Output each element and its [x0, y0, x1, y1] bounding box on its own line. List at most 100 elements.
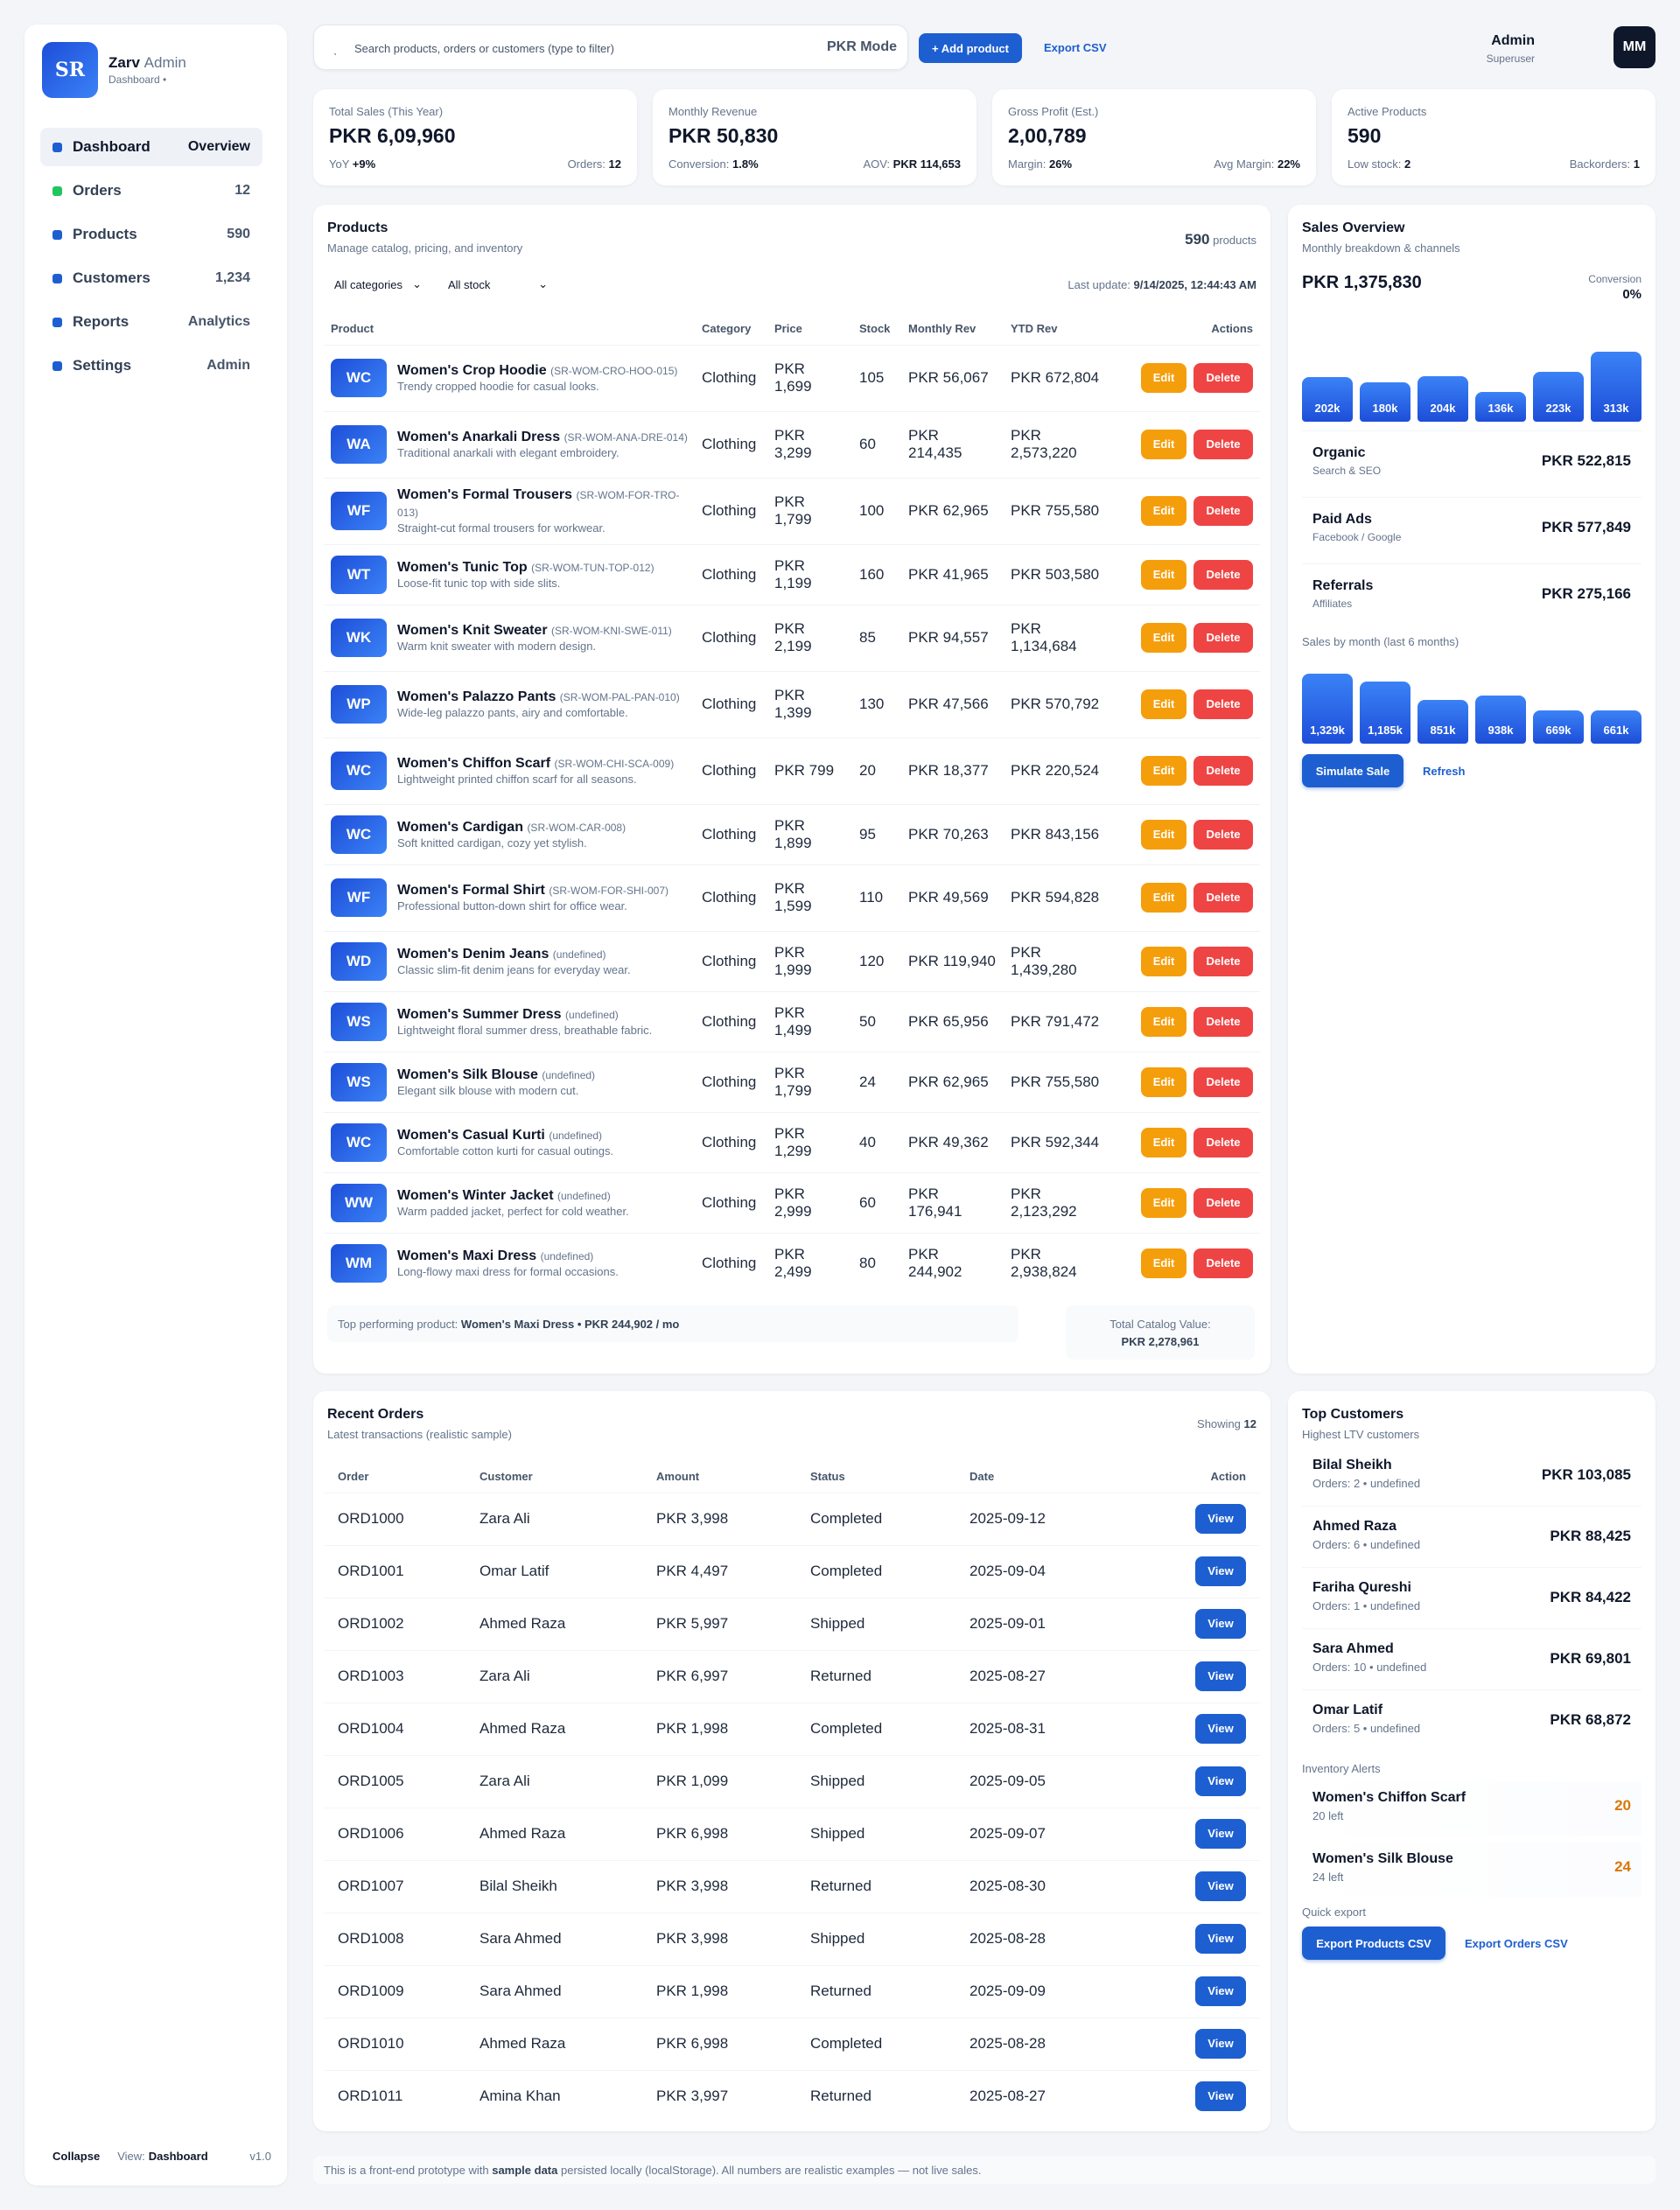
table-row: WK Women's Knit Sweater (SR-WOM-KNI-SWE-0… — [324, 604, 1260, 671]
export-orders-button[interactable]: Export Orders CSV — [1465, 1937, 1568, 1950]
order-id: ORD1008 — [324, 1912, 466, 1965]
sidebar-item-products[interactable]: Products 590 — [40, 215, 262, 254]
delete-button[interactable]: Delete — [1194, 559, 1253, 590]
delete-button[interactable]: Delete — [1194, 819, 1253, 850]
order-status: Returned — [796, 1964, 956, 2018]
delete-button[interactable]: Delete — [1194, 1127, 1253, 1157]
export-csv-button[interactable]: Export CSV — [1044, 41, 1107, 54]
delete-button[interactable]: Delete — [1194, 883, 1253, 913]
delete-button[interactable]: Delete — [1194, 689, 1253, 719]
customer-item[interactable]: Ahmed Raza Orders: 6 • undefined PKR 88,42… — [1302, 1514, 1642, 1568]
edit-button[interactable]: Edit — [1141, 363, 1186, 393]
delete-button[interactable]: Delete — [1194, 756, 1253, 786]
edit-button[interactable]: Edit — [1141, 1067, 1186, 1097]
delete-button[interactable]: Delete — [1194, 1006, 1253, 1037]
product-ytd-rev: PKR 220,524 — [1004, 737, 1117, 804]
view-button[interactable]: View — [1195, 1924, 1246, 1954]
category-filter-select[interactable]: All categories ⌄ — [327, 271, 429, 297]
edit-button[interactable]: Edit — [1141, 689, 1186, 719]
view-button[interactable]: View — [1195, 1504, 1246, 1534]
view-button[interactable]: View — [1195, 1976, 1246, 2006]
stat-left: YoY +9% — [329, 157, 375, 171]
stat-left-key: Margin: — [1008, 157, 1046, 171]
order-status: Shipped — [796, 1597, 956, 1650]
table-row: ORD1011 Amina Khan PKR 3,997 Returned 2025-0… — [324, 2069, 1260, 2123]
edit-button[interactable]: Edit — [1141, 623, 1186, 653]
delete-button[interactable]: Delete — [1194, 363, 1253, 393]
edit-button[interactable]: Edit — [1141, 1127, 1186, 1157]
bar: 851k — [1418, 700, 1468, 744]
order-amount: PKR 3,998 — [642, 1912, 796, 1965]
sidebar-item-dashboard[interactable]: Dashboard Overview — [40, 128, 262, 166]
product-stock: 60 — [852, 1171, 901, 1233]
stock-filter-select[interactable]: All stock ⌄ — [441, 271, 555, 297]
channel-paid-ads: Paid Ads Facebook / Google PKR 577,849 — [1302, 497, 1642, 555]
product-stock: 40 — [852, 1111, 901, 1172]
order-date: 2025-09-04 — [956, 1544, 1122, 1598]
delete-button[interactable]: Delete — [1194, 496, 1253, 526]
brand-subtitle: Dashboard • — [108, 73, 167, 86]
collapse-button[interactable]: Collapse — [52, 2150, 100, 2163]
order-action: View — [1122, 1597, 1260, 1650]
customer-item[interactable]: Omar Latif Orders: 5 • undefined PKR 68,87… — [1302, 1697, 1642, 1752]
product-monthly-rev: PKR 49,362 — [901, 1111, 1004, 1172]
customer-item[interactable]: Bilal Sheikh Orders: 2 • undefined PKR 103… — [1302, 1452, 1642, 1507]
currency-mode[interactable]: PKR Mode — [827, 39, 897, 55]
edit-button[interactable]: Edit — [1141, 559, 1186, 590]
sidebar-item-label: Reports — [73, 313, 130, 330]
view-button[interactable]: View — [1195, 1661, 1246, 1691]
sidebar-item-orders[interactable]: Orders 12 — [40, 171, 262, 210]
edit-button[interactable]: Edit — [1141, 819, 1186, 850]
add-product-button[interactable]: + Add product — [919, 33, 1022, 63]
table-row: WC Women's Crop Hoodie (SR-WOM-CRO-HOO-01… — [324, 344, 1260, 411]
view-button[interactable]: View — [1195, 1819, 1246, 1849]
edit-button[interactable]: Edit — [1141, 1248, 1186, 1278]
delete-button[interactable]: Delete — [1194, 1187, 1253, 1218]
product-text: Women's Silk Blouse (undefined) Elegant s… — [397, 1067, 595, 1098]
customer-item[interactable]: Fariha Qureshi Orders: 1 • undefined PKR 8… — [1302, 1575, 1642, 1629]
delete-button[interactable]: Delete — [1194, 430, 1253, 459]
product-name-line: Women's Casual Kurti (undefined) — [397, 1127, 613, 1144]
nav-dot-icon — [52, 142, 62, 152]
refresh-button[interactable]: Refresh — [1423, 765, 1465, 778]
product-category: Clothing — [695, 410, 767, 478]
view-button[interactable]: View — [1195, 2029, 1246, 2059]
bar: 313k — [1591, 352, 1642, 422]
sidebar-item-settings[interactable]: Settings Admin — [40, 346, 262, 385]
order-customer: Ahmed Raza — [466, 1807, 642, 1860]
edit-button[interactable]: Edit — [1141, 496, 1186, 526]
product-info: WC Women's Chiffon Scarf (SR-WOM-CHI-SCA-… — [331, 752, 688, 790]
delete-button[interactable]: Delete — [1194, 946, 1253, 976]
orders-title: Recent Orders — [327, 1407, 424, 1422]
product-ytd-rev: PKR 2,938,824 — [1004, 1232, 1117, 1293]
simulate-sale-button[interactable]: Simulate Sale — [1302, 754, 1404, 787]
view-button[interactable]: View — [1195, 1766, 1246, 1796]
edit-button[interactable]: Edit — [1141, 430, 1186, 459]
view-button[interactable]: View — [1195, 2081, 1246, 2112]
customer-item[interactable]: Sara Ahmed Orders: 10 • undefined PKR 69,8… — [1302, 1636, 1642, 1690]
delete-button[interactable]: Delete — [1194, 1248, 1253, 1278]
export-products-button[interactable]: Export Products CSV — [1302, 1927, 1446, 1960]
edit-button[interactable]: Edit — [1141, 946, 1186, 976]
view-button[interactable]: View — [1195, 1871, 1246, 1901]
sidebar-item-customers[interactable]: Customers 1,234 — [40, 259, 262, 297]
sidebar-item-meta: 590 — [227, 227, 250, 241]
view-button[interactable]: View — [1195, 1556, 1246, 1586]
bar: 204k — [1418, 376, 1468, 422]
edit-button[interactable]: Edit — [1141, 1006, 1186, 1037]
delete-button[interactable]: Delete — [1194, 1067, 1253, 1097]
avatar[interactable]: MM — [1614, 26, 1656, 68]
product-badge: WK — [331, 619, 387, 657]
sidebar-item-reports[interactable]: Reports Analytics — [40, 303, 262, 341]
stat-right-val: PKR 114,653 — [892, 157, 961, 171]
view-button[interactable]: View — [1195, 1609, 1246, 1639]
edit-button[interactable]: Edit — [1141, 756, 1186, 786]
edit-button[interactable]: Edit — [1141, 1187, 1186, 1218]
edit-button[interactable]: Edit — [1141, 883, 1186, 913]
search-input[interactable]: ˎ Search products, orders or customers (… — [313, 24, 908, 70]
stat-label: Active Products — [1348, 105, 1427, 118]
product-stock: 60 — [852, 410, 901, 478]
delete-button[interactable]: Delete — [1194, 623, 1253, 653]
view-button[interactable]: View — [1195, 1714, 1246, 1744]
stat-label: Total Sales (This Year) — [329, 105, 444, 118]
